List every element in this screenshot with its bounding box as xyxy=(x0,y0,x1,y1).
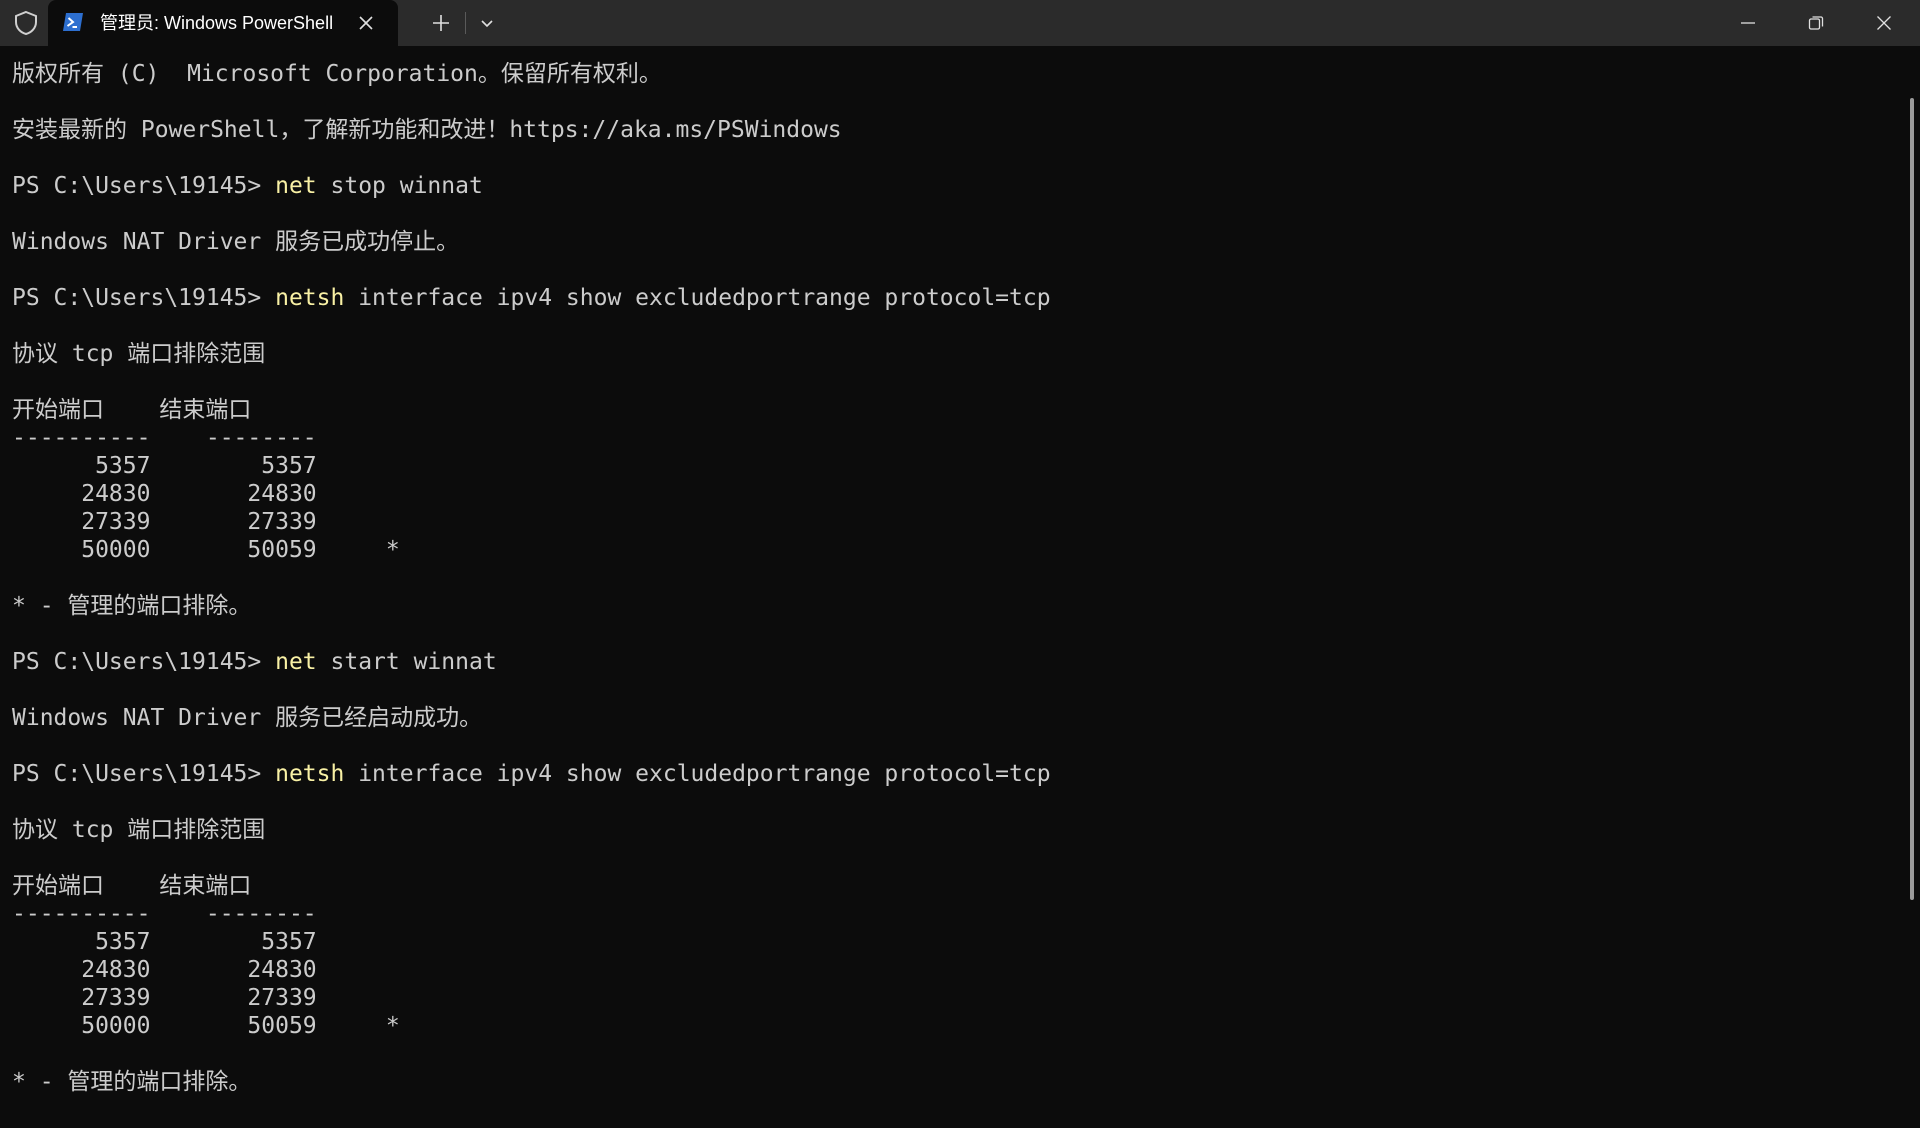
powershell-window: 管理员: Windows PowerShell 版权所有 (C) Microso… xyxy=(0,0,1920,1128)
minimize-button[interactable] xyxy=(1714,0,1782,46)
command-args: interface ipv4 show excludedportrange pr… xyxy=(344,761,1051,787)
output-line: * - 管理的端口排除。 xyxy=(12,593,252,619)
tab-title: 管理员: Windows PowerShell xyxy=(100,13,334,33)
command-name: netsh xyxy=(275,285,345,311)
close-window-button[interactable] xyxy=(1850,0,1918,46)
command-name: net xyxy=(275,173,317,199)
command-name: net xyxy=(275,649,317,675)
plus-icon[interactable] xyxy=(430,12,452,34)
restore-button[interactable] xyxy=(1782,0,1850,46)
output-line: 5357 5357 xyxy=(12,929,317,955)
prompt: PS C:\Users\19145> xyxy=(12,285,276,311)
output-line: ---------- -------- xyxy=(12,901,317,927)
output-line: 版权所有 (C) Microsoft Corporation。保留所有权利。 xyxy=(12,61,662,87)
output-line: 开始端口 结束端口 xyxy=(12,873,252,899)
output-line: 开始端口 结束端口 xyxy=(12,397,252,423)
terminal-lines: 版权所有 (C) Microsoft Corporation。保留所有权利。安装… xyxy=(12,60,1051,1096)
title-bar[interactable]: 管理员: Windows PowerShell xyxy=(0,0,1920,46)
terminal-output[interactable]: 版权所有 (C) Microsoft Corporation。保留所有权利。安装… xyxy=(0,46,1905,1128)
output-line: 27339 27339 xyxy=(12,509,317,535)
prompt: PS C:\Users\19145> xyxy=(12,649,276,675)
command-line: PS C:\Users\19145> netsh interface ipv4 … xyxy=(12,760,1051,788)
command-args: stop winnat xyxy=(316,173,483,199)
command-args: interface ipv4 show excludedportrange pr… xyxy=(344,285,1051,311)
shield-icon xyxy=(15,10,37,36)
output-line: * - 管理的端口排除。 xyxy=(12,1069,252,1095)
output-line: 24830 24830 xyxy=(12,481,317,507)
prompt: PS C:\Users\19145> xyxy=(12,761,276,787)
output-line: 安装最新的 PowerShell，了解新功能和改进！https://aka.ms… xyxy=(12,117,842,143)
output-line: 5357 5357 xyxy=(12,453,317,479)
command-args: start winnat xyxy=(316,649,497,675)
restore-icon xyxy=(1808,16,1824,30)
command-line: PS C:\Users\19145> net stop winnat xyxy=(12,172,1051,200)
output-line: 50000 50059 * xyxy=(12,1013,400,1039)
scrollbar-thumb[interactable] xyxy=(1910,98,1914,900)
output-line: 50000 50059 * xyxy=(12,537,400,563)
close-icon xyxy=(1877,16,1891,30)
output-line: 24830 24830 xyxy=(12,957,317,983)
output-line: ---------- -------- xyxy=(12,425,317,451)
output-line: Windows NAT Driver 服务已经启动成功。 xyxy=(12,705,483,731)
output-line: 27339 27339 xyxy=(12,985,317,1011)
output-line: 协议 tcp 端口排除范围 xyxy=(12,341,266,367)
tab-powershell[interactable]: 管理员: Windows PowerShell xyxy=(48,0,398,46)
minimize-icon xyxy=(1741,22,1755,24)
tab-divider xyxy=(465,12,466,34)
powershell-icon xyxy=(63,13,83,31)
output-line: Windows NAT Driver 服务已成功停止。 xyxy=(12,229,460,255)
close-icon[interactable] xyxy=(356,13,376,33)
command-line: PS C:\Users\19145> netsh interface ipv4 … xyxy=(12,284,1051,312)
command-name: netsh xyxy=(275,761,345,787)
command-line: PS C:\Users\19145> net start winnat xyxy=(12,648,1051,676)
output-line: 协议 tcp 端口排除范围 xyxy=(12,817,266,843)
prompt: PS C:\Users\19145> xyxy=(12,173,276,199)
chevron-down-icon[interactable] xyxy=(478,14,496,32)
